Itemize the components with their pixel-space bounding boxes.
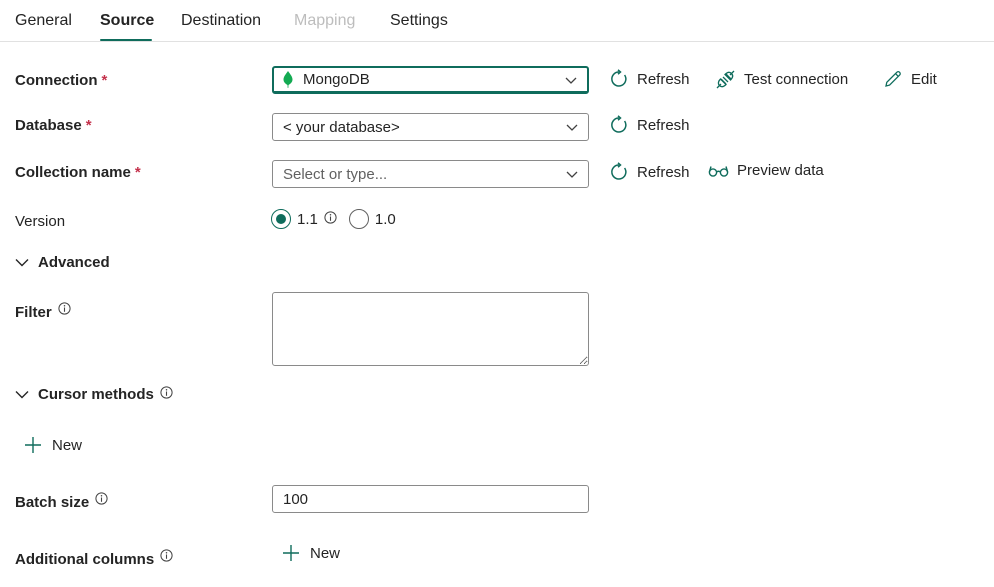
edit-pencil-icon [885, 71, 901, 87]
database-value: < your database> [283, 118, 400, 136]
add-icon [283, 545, 299, 561]
chevron-down-icon [566, 166, 578, 183]
advanced-section-toggle[interactable]: Advanced [15, 254, 110, 271]
preview-glasses-icon [708, 165, 729, 177]
info-icon[interactable] [324, 210, 337, 228]
refresh-icon [611, 69, 627, 87]
version-option-label: 1.0 [374, 210, 396, 228]
tab-destination[interactable]: Destination [181, 11, 261, 31]
tab-bar: General Source Destination Mapping Setti… [0, 0, 994, 42]
batch-size-value: 100 [283, 490, 309, 508]
version-option-label: 1.1 [297, 210, 318, 228]
required-mark: * [101, 72, 108, 89]
chevron-down-icon [566, 119, 578, 136]
refresh-icon [611, 115, 627, 133]
cursor-methods-section-toggle[interactable]: Cursor methods [15, 386, 182, 403]
mongodb-leaf-icon [283, 71, 293, 88]
connection-select[interactable]: MongoDB [272, 66, 589, 94]
preview-data-button[interactable]: Preview data [708, 162, 824, 179]
batch-size-input[interactable]: 100 [272, 485, 589, 513]
chevron-down-icon [15, 259, 29, 267]
connection-label: Connection * [15, 72, 108, 89]
database-select[interactable]: < your database> [272, 113, 589, 141]
filter-label: Filter [15, 302, 71, 322]
tab-general[interactable]: General [15, 11, 72, 31]
tab-source[interactable]: Source [100, 11, 154, 31]
info-icon[interactable] [58, 302, 71, 320]
version-radio-group: 1.1 1.0 [271, 209, 396, 229]
filter-textarea[interactable] [272, 292, 589, 366]
test-connection-icon [716, 70, 735, 89]
edit-connection-button[interactable]: Edit [883, 69, 937, 89]
tab-mapping: Mapping [294, 12, 356, 29]
add-icon [25, 437, 41, 453]
version-radio-1-1[interactable] [271, 209, 291, 229]
info-icon[interactable] [95, 492, 108, 510]
version-label: Version [15, 213, 66, 230]
test-connection-button[interactable]: Test connection [715, 69, 848, 90]
batch-size-label: Batch size [15, 492, 108, 512]
collection-refresh-button[interactable]: Refresh [609, 162, 690, 182]
additional-columns-label: Additional columns [15, 549, 173, 569]
info-icon[interactable] [160, 386, 182, 403]
required-mark: * [85, 117, 92, 134]
active-tab-indicator [100, 39, 152, 41]
collection-name-combobox[interactable]: Select or type... [272, 160, 589, 188]
add-cursor-method-button[interactable]: New [24, 436, 82, 454]
chevron-down-icon [565, 71, 577, 88]
refresh-icon [611, 162, 627, 180]
tab-settings[interactable]: Settings [390, 11, 448, 31]
collection-name-label: Collection name * [15, 164, 141, 181]
connection-value: MongoDB [303, 71, 370, 88]
required-mark: * [134, 164, 141, 181]
database-label: Database * [15, 117, 92, 134]
chevron-down-icon [15, 391, 29, 399]
database-refresh-button[interactable]: Refresh [609, 115, 690, 135]
version-radio-1-0[interactable] [348, 209, 369, 229]
collection-name-placeholder: Select or type... [283, 165, 388, 183]
info-icon[interactable] [160, 549, 173, 567]
add-additional-column-button[interactable]: New [282, 544, 340, 562]
connection-refresh-button[interactable]: Refresh [609, 69, 690, 89]
